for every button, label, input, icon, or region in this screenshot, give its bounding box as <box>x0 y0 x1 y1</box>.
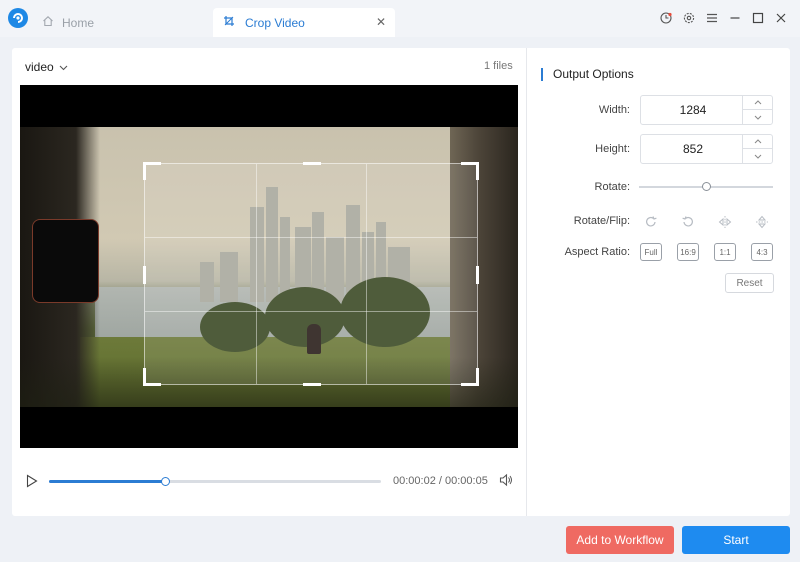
total-time: 00:00:05 <box>445 475 488 487</box>
tab-home[interactable]: Home <box>40 8 210 37</box>
clock-icon[interactable] <box>654 9 677 27</box>
ratio-4-3-button[interactable]: 4:3 <box>751 243 773 261</box>
crop-handle-left[interactable] <box>143 266 146 284</box>
start-button[interactable]: Start <box>682 526 790 554</box>
maximize-icon[interactable] <box>746 9 769 27</box>
height-input[interactable] <box>641 135 745 163</box>
panel-divider <box>526 48 527 516</box>
app-logo-icon <box>8 8 28 28</box>
crop-selection-box[interactable] <box>143 162 479 386</box>
output-options-title: Output Options <box>541 68 634 81</box>
height-decrement-button[interactable] <box>743 149 772 163</box>
rotate-slider-knob[interactable] <box>702 182 711 191</box>
reset-button[interactable]: Reset <box>725 273 774 293</box>
main-panel: video 1 files 00:00:02 / 00:00:05 Output… <box>12 48 790 516</box>
width-label: Width: <box>598 104 630 116</box>
tab-close-icon[interactable]: ✕ <box>376 16 386 28</box>
crop-handle-top-left[interactable] <box>143 162 161 180</box>
window-controls <box>654 9 792 27</box>
flip-vertical-icon[interactable] <box>750 212 774 232</box>
height-label: Height: <box>595 143 630 155</box>
tab-home-label: Home <box>62 15 95 30</box>
rotate-clockwise-icon[interactable] <box>639 212 663 232</box>
tab-crop-label: Crop Video <box>245 15 305 30</box>
video-select-label: video <box>25 60 54 74</box>
gear-icon[interactable] <box>677 9 700 27</box>
crop-handle-top-right[interactable] <box>461 162 479 180</box>
crop-handle-bottom-right[interactable] <box>461 368 479 386</box>
video-select-dropdown[interactable]: video <box>25 60 68 74</box>
aspect-ratio-label: Aspect Ratio: <box>564 246 630 258</box>
width-input[interactable] <box>641 96 745 124</box>
chevron-down-icon <box>59 60 68 74</box>
width-stepper <box>640 95 773 125</box>
volume-icon[interactable] <box>499 473 513 492</box>
height-stepper <box>640 134 773 164</box>
height-increment-button[interactable] <box>743 135 772 149</box>
add-to-workflow-button[interactable]: Add to Workflow <box>566 526 674 554</box>
tab-crop-video[interactable]: Crop Video ✕ <box>213 8 395 37</box>
width-decrement-button[interactable] <box>743 110 772 124</box>
hamburger-menu-icon[interactable] <box>700 9 723 27</box>
close-icon[interactable] <box>769 9 792 27</box>
flip-horizontal-icon[interactable] <box>713 212 737 232</box>
crop-handle-bottom-left[interactable] <box>143 368 161 386</box>
crop-handle-top[interactable] <box>303 162 321 165</box>
minimize-icon[interactable] <box>723 9 746 27</box>
timecode: 00:00:02 / 00:00:05 <box>393 475 488 487</box>
ratio-full-button[interactable]: Full <box>640 243 662 261</box>
current-time: 00:00:02 <box>393 475 436 487</box>
preview-thumbnail <box>32 219 99 303</box>
crop-icon <box>223 15 235 30</box>
play-icon[interactable] <box>26 474 38 488</box>
rotate-flip-label: Rotate/Flip: <box>573 215 630 227</box>
crop-handle-bottom[interactable] <box>303 383 321 386</box>
playback-progress-bar[interactable] <box>49 477 381 486</box>
rotate-label: Rotate: <box>594 181 630 193</box>
files-count: 1 files <box>484 60 513 72</box>
video-preview <box>20 85 518 448</box>
title-bar: Home Crop Video ✕ <box>0 0 800 37</box>
crop-handle-right[interactable] <box>476 266 479 284</box>
rotate-slider[interactable] <box>639 182 773 191</box>
home-icon <box>42 15 54 30</box>
ratio-16-9-button[interactable]: 16:9 <box>677 243 699 261</box>
playback-progress-knob[interactable] <box>161 477 171 486</box>
ratio-1-1-button[interactable]: 1:1 <box>714 243 736 261</box>
rotate-counterclockwise-icon[interactable] <box>676 212 700 232</box>
width-increment-button[interactable] <box>743 96 772 110</box>
